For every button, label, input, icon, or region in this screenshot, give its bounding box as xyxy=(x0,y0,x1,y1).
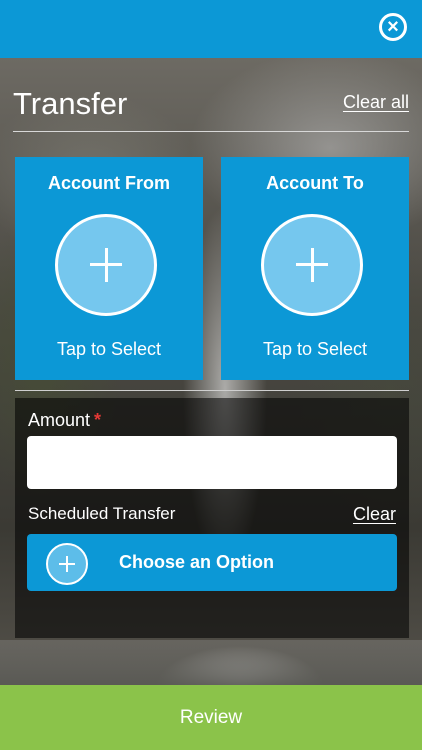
amount-label-text: Amount xyxy=(28,410,91,430)
required-marker: * xyxy=(94,410,102,430)
review-button[interactable]: Review xyxy=(0,685,422,750)
panel-divider xyxy=(15,390,409,391)
amount-input[interactable] xyxy=(27,436,397,489)
transfer-form-panel: Amount * Scheduled Transfer Clear Choose … xyxy=(15,398,409,638)
clear-all-link[interactable]: Clear all xyxy=(343,92,409,113)
plus-circle-icon[interactable] xyxy=(261,214,363,316)
scheduled-transfer-label: Scheduled Transfer xyxy=(28,504,176,523)
choose-option-label: Choose an Option xyxy=(119,552,274,572)
review-label: Review xyxy=(179,706,243,728)
close-icon[interactable]: × xyxy=(379,13,407,41)
account-to-card[interactable]: Account To Tap to Select xyxy=(221,157,409,380)
account-from-action: Tap to Select xyxy=(56,339,162,359)
plus-circle-icon xyxy=(46,543,88,585)
account-to-title: Account To xyxy=(266,173,364,193)
plus-circle-icon[interactable] xyxy=(55,214,157,316)
account-from-title: Account From xyxy=(47,173,170,193)
scheduled-clear-link[interactable]: Clear xyxy=(353,504,396,525)
amount-label: Amount * xyxy=(28,410,101,431)
account-to-action: Tap to Select xyxy=(262,339,368,359)
background-foam xyxy=(0,640,422,685)
choose-option-button[interactable]: Choose an Option xyxy=(27,534,397,591)
page-title: Transfer xyxy=(13,86,128,121)
title-divider xyxy=(13,131,409,132)
top-bar: × xyxy=(0,0,422,58)
account-from-card[interactable]: Account From Tap to Select xyxy=(15,157,203,380)
